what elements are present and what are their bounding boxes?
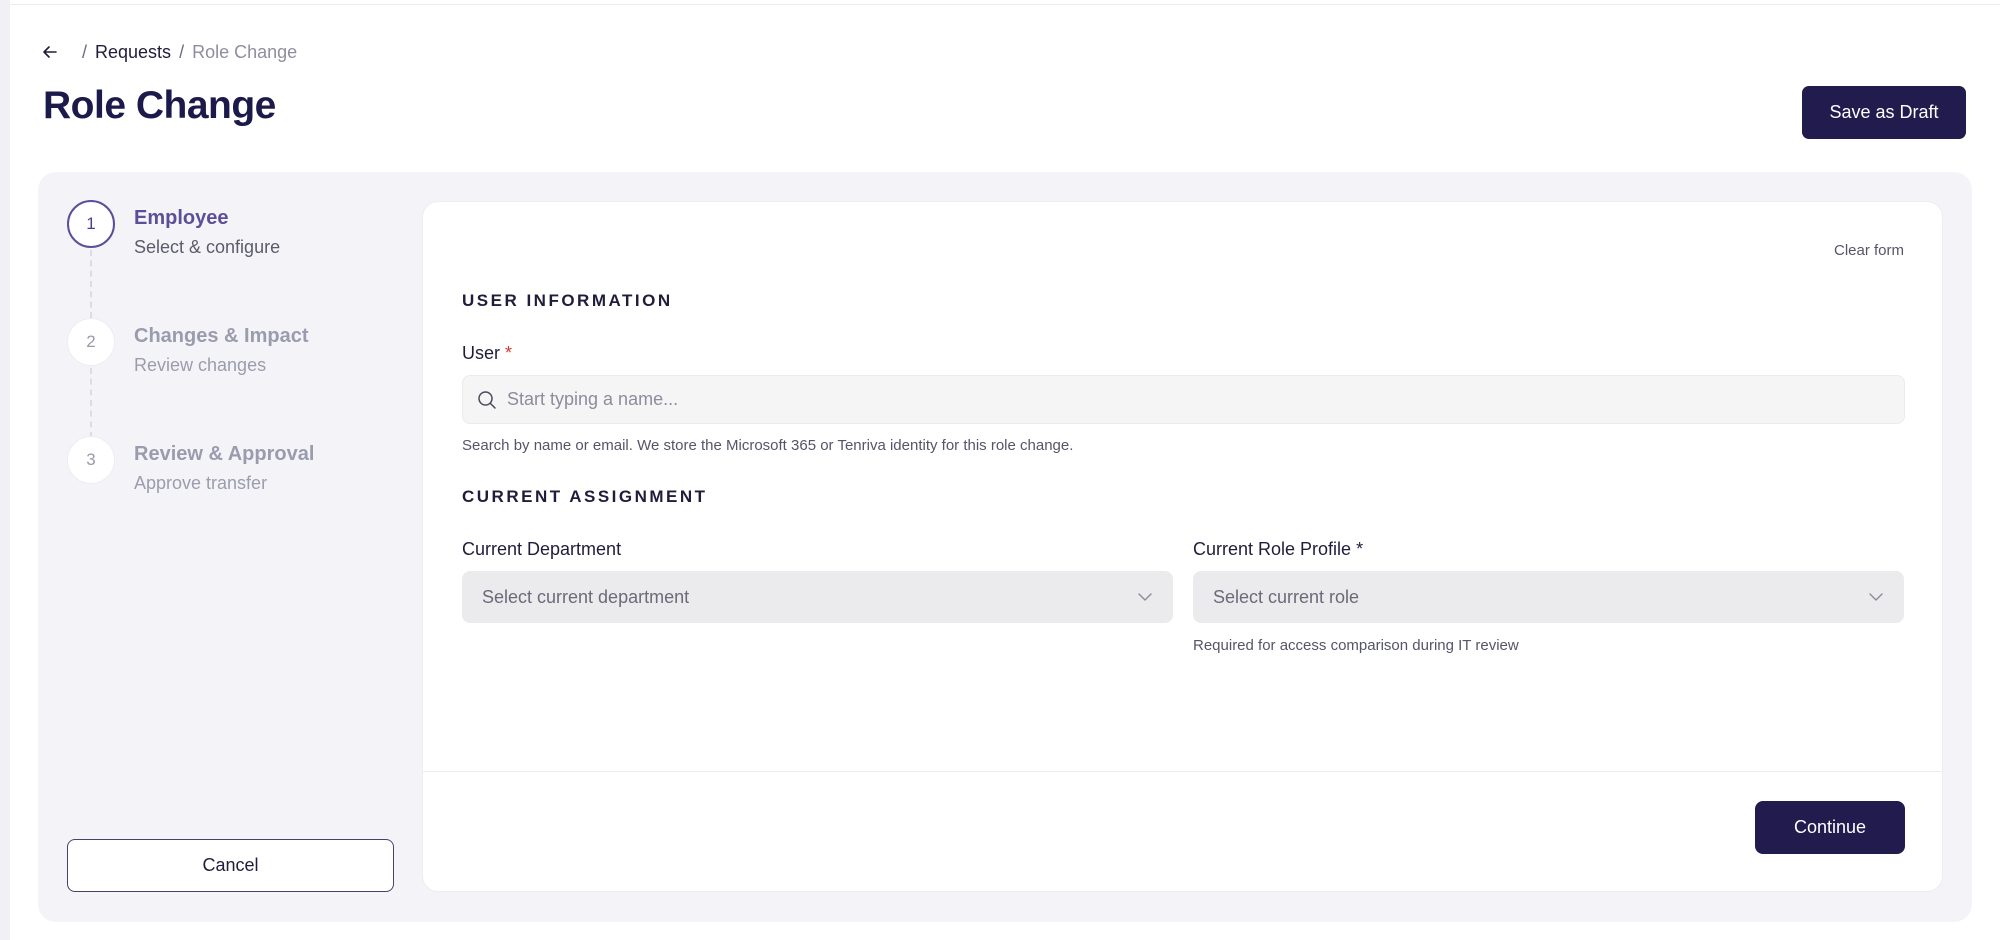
step-number: 3 — [67, 436, 115, 484]
cancel-button[interactable]: Cancel — [67, 839, 394, 892]
breadcrumb: / Requests / Role Change — [40, 40, 297, 64]
current-assignment-heading: CURRENT ASSIGNMENT — [462, 487, 708, 506]
user-field-label: User * — [462, 343, 512, 364]
required-marker: * — [505, 343, 513, 363]
form-card: Clear form USER INFORMATION User * Searc… — [422, 201, 1943, 892]
search-icon — [477, 390, 497, 410]
step-title: Review & Approval — [134, 443, 315, 465]
user-search-input[interactable] — [507, 389, 1887, 410]
page-title: Role Change — [43, 84, 276, 127]
step-title: Changes & Impact — [134, 325, 309, 347]
breadcrumb-separator: / — [82, 41, 88, 62]
step-subtitle: Approve transfer — [134, 473, 268, 493]
step-subtitle: Review changes — [134, 355, 267, 375]
department-label: Current Department — [462, 539, 622, 559]
role-profile-label: Current Role Profile * — [1193, 539, 1364, 559]
step-number: 1 — [67, 200, 115, 248]
chevron-down-icon — [1137, 589, 1153, 605]
left-rail — [0, 0, 10, 940]
chevron-down-icon — [1868, 589, 1884, 605]
breadcrumb-separator: / — [179, 41, 185, 62]
user-search-field[interactable] — [462, 375, 1905, 424]
department-select-value: Select current department — [482, 586, 690, 607]
step-number: 2 — [67, 318, 115, 366]
step-subtitle: Select & configure — [134, 237, 281, 257]
role-profile-select[interactable]: Select current role — [1193, 571, 1904, 623]
user-label-text: User — [462, 343, 501, 363]
top-divider — [10, 4, 2000, 5]
continue-button[interactable]: Continue — [1755, 801, 1905, 854]
department-select[interactable]: Select current department — [462, 571, 1173, 623]
breadcrumb-current: Role Change — [192, 41, 298, 62]
save-as-draft-button[interactable]: Save as Draft — [1802, 86, 1966, 139]
step-changes-impact[interactable]: 2 Changes & Impact Review changes — [67, 318, 397, 388]
user-help-text: Search by name or email. We store the Mi… — [462, 437, 1074, 454]
step-title: Employee — [134, 207, 229, 229]
clear-form-link[interactable]: Clear form — [1834, 242, 1904, 259]
breadcrumb-requests-link[interactable]: Requests — [95, 42, 171, 63]
step-review-approval[interactable]: 3 Review & Approval Approve transfer — [67, 436, 397, 506]
user-information-heading: USER INFORMATION — [462, 291, 673, 310]
arrow-left-icon[interactable] — [40, 40, 64, 64]
card-footer-divider — [423, 771, 1942, 772]
role-select-value: Select current role — [1213, 586, 1360, 607]
step-employee[interactable]: 1 Employee Select & configure — [67, 200, 397, 270]
role-help-text: Required for access comparison during IT… — [1193, 637, 1519, 654]
